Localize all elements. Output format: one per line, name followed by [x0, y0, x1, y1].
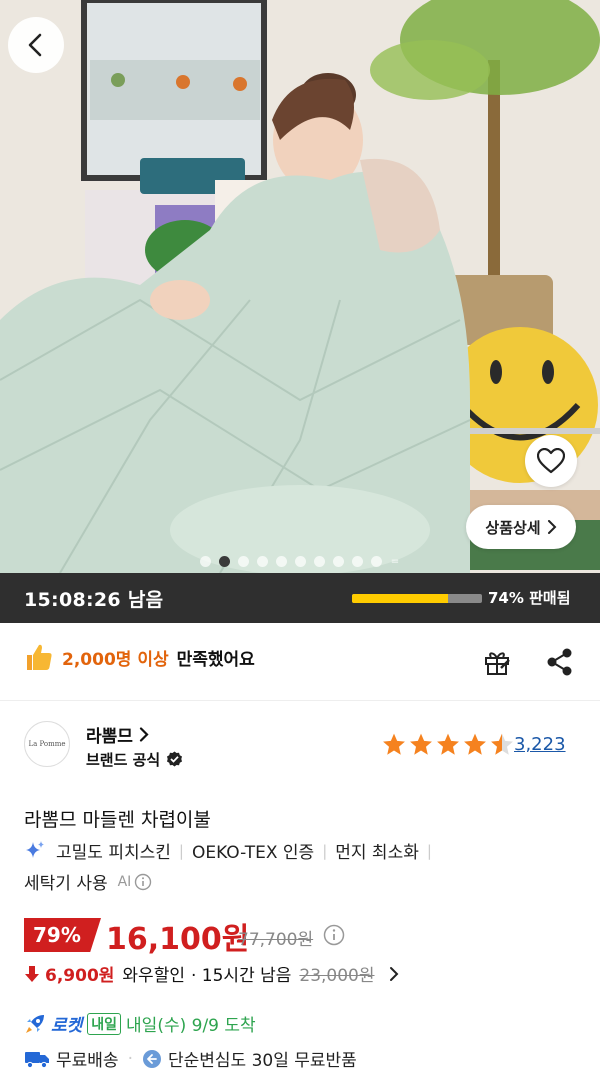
- product-photo: [0, 0, 600, 573]
- wow-label: 와우할인: [122, 966, 185, 986]
- carousel-dot[interactable]: [218, 556, 230, 567]
- chevron-left-icon: [28, 33, 42, 57]
- chevron-right-icon: [139, 727, 149, 742]
- star-icon: [491, 733, 513, 755]
- carousel-dot[interactable]: [313, 556, 325, 567]
- rocket-icon: [26, 1014, 44, 1033]
- gift-button[interactable]: [483, 648, 511, 680]
- sparkle-icon: [26, 840, 44, 858]
- carousel-dot[interactable]: [332, 556, 344, 567]
- sold-progress-fill: [352, 594, 449, 603]
- share-button[interactable]: [546, 648, 574, 680]
- original-price: 77,700원: [238, 930, 314, 950]
- product-image-carousel[interactable]: 상품상세 =: [0, 0, 600, 573]
- wow-time: · 15시간 남음: [190, 966, 292, 986]
- feature-tag: OEKO-TEX 인증: [191, 843, 315, 863]
- ai-label: AI: [117, 873, 132, 890]
- satisfaction-count: 2,000명 이상: [62, 649, 169, 670]
- brand-official-row: 브랜드 공식: [86, 749, 183, 770]
- star-icon: [383, 733, 405, 755]
- satisfaction-row: 2,000명 이상 만족했어요: [24, 642, 255, 672]
- heart-icon: [537, 448, 565, 474]
- section-divider: [0, 700, 600, 701]
- sale-price: 16,100원: [106, 922, 250, 957]
- chevron-right-icon: [389, 966, 398, 981]
- back-button[interactable]: [8, 17, 64, 73]
- carousel-dot[interactable]: [294, 556, 306, 567]
- carousel-dot[interactable]: [275, 556, 287, 567]
- star-icon: [437, 733, 459, 755]
- arrival-date: 내일(수) 9/9 도착: [126, 1016, 256, 1036]
- product-detail-label: 상품상세: [485, 518, 541, 537]
- share-icon: [547, 648, 572, 676]
- tomorrow-badge: 내일: [87, 1012, 122, 1035]
- price-info-button[interactable]: [323, 924, 345, 950]
- wow-original-price: 23,000원: [299, 966, 375, 986]
- gift-icon: [485, 652, 510, 675]
- carousel-dot[interactable]: [256, 556, 268, 567]
- brand-logo[interactable]: La Pomme: [24, 721, 70, 767]
- star-icon: [464, 733, 486, 755]
- deal-timer-bar: 15:08:26 남음 74% 판매됨: [0, 573, 600, 623]
- rating-stars: [381, 732, 515, 757]
- feature-tag: 고밀도 피치스킨: [56, 843, 171, 863]
- rocket-label: 로켓: [51, 1016, 83, 1036]
- discount-badge: 79%: [24, 918, 101, 952]
- feature-tags-line2: 세탁기 사용 AI: [24, 869, 152, 894]
- wow-price: 6,900원: [45, 966, 115, 986]
- info-icon: [323, 924, 345, 946]
- free-shipping-label: 무료배송: [56, 1051, 119, 1071]
- sold-percent-label: 74% 판매됨: [488, 589, 571, 607]
- down-arrow-icon: [25, 965, 39, 982]
- brand-name-link[interactable]: 라뽐므: [86, 722, 149, 747]
- carousel-dot[interactable]: [199, 556, 211, 567]
- satisfaction-suffix: 만족했어요: [176, 649, 255, 670]
- shipping-return-row: 무료배송 · 단순변심도 30일 무료반품: [24, 1046, 357, 1071]
- wishlist-button[interactable]: [525, 435, 577, 487]
- sold-progress-bar: [352, 594, 482, 603]
- verified-badge-icon: [167, 751, 183, 767]
- brand-official-label: 브랜드 공식: [86, 751, 161, 769]
- return-icon: [142, 1049, 161, 1068]
- rocket-delivery-row: 로켓 내일 내일(수) 9/9 도착: [24, 1011, 256, 1036]
- carousel-more-indicator: =: [390, 556, 400, 567]
- carousel-dot[interactable]: [237, 556, 249, 567]
- time-remaining: 15:08:26 남음: [24, 588, 164, 611]
- free-return-label: 단순변심도 30일 무료반품: [167, 1051, 357, 1071]
- carousel-dot[interactable]: [370, 556, 382, 567]
- carousel-indicator[interactable]: =: [0, 556, 600, 567]
- feature-tags: 고밀도 피치스킨 | OEKO-TEX 인증 | 먼지 최소화 |: [24, 838, 440, 863]
- product-detail-button[interactable]: 상품상세: [466, 505, 576, 549]
- review-count-link[interactable]: 3,223: [514, 734, 566, 755]
- carousel-dot[interactable]: [351, 556, 363, 567]
- thumbs-up-icon: [27, 644, 52, 670]
- chevron-right-icon: [547, 520, 557, 534]
- product-title: 라뽐므 마들렌 차렵이불: [24, 809, 211, 831]
- star-icon: [410, 733, 432, 755]
- wow-discount-row[interactable]: 6,900원 와우할인 · 15시간 남음 23,000원: [24, 961, 399, 986]
- info-icon[interactable]: [134, 873, 152, 891]
- feature-tag: 먼지 최소화: [335, 843, 419, 863]
- truck-icon: [25, 1051, 49, 1068]
- brand-logo-text: La Pomme: [28, 740, 66, 748]
- feature-tag: 세탁기 사용: [24, 874, 108, 894]
- brand-name: 라뽐므: [86, 727, 133, 747]
